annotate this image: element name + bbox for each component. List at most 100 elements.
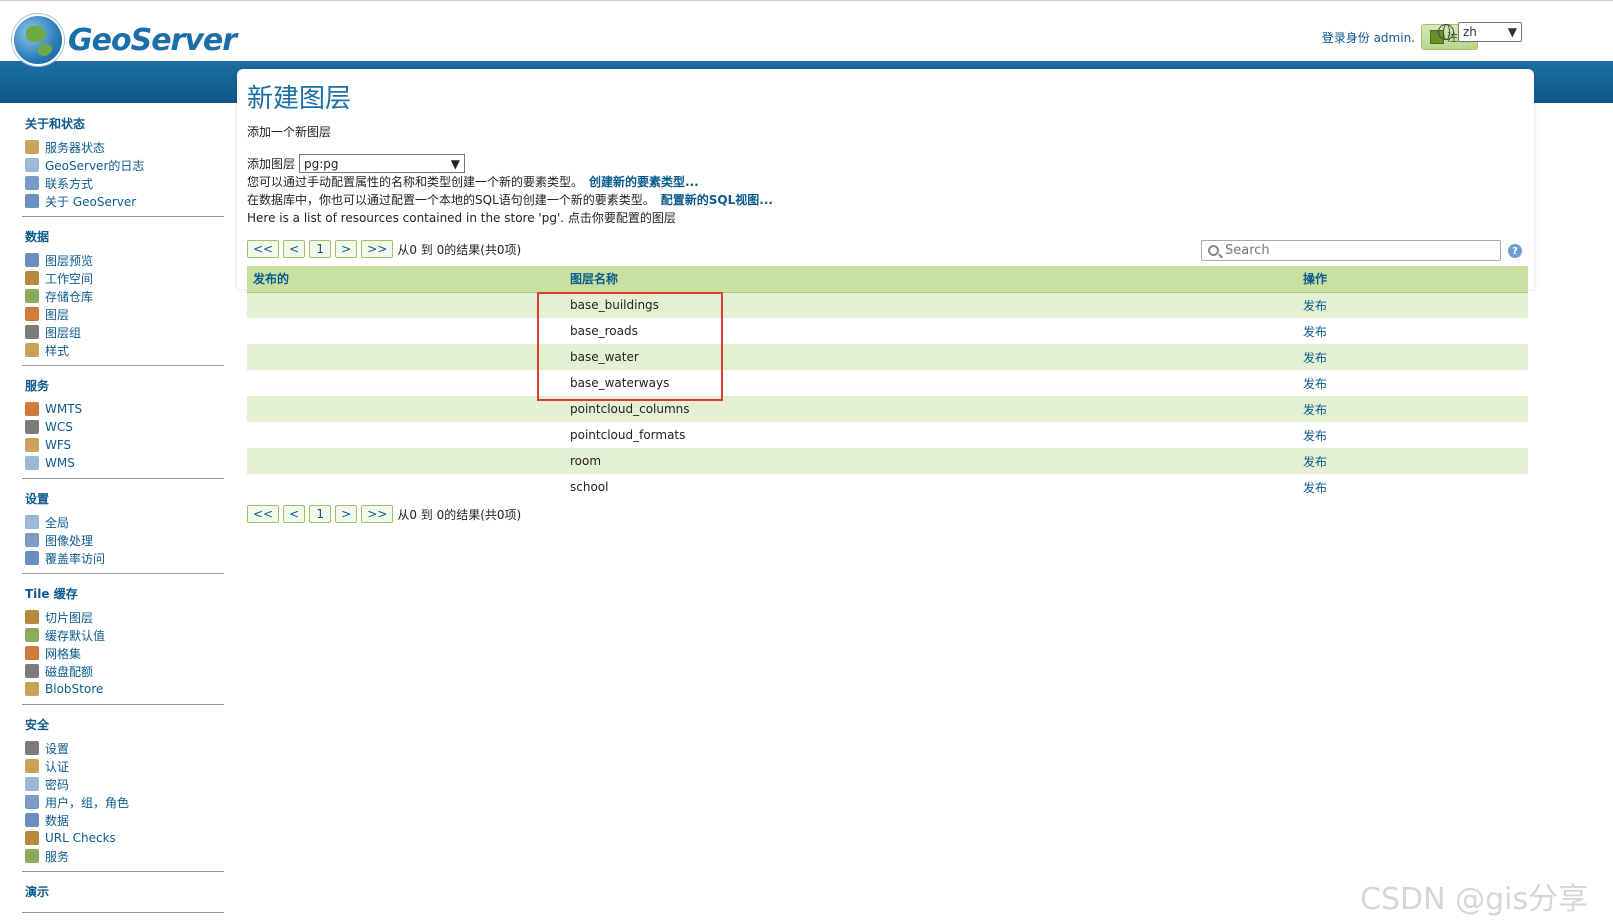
sidebar-item-label: URL Checks	[45, 831, 116, 845]
main-content: 新建图层 添加一个新图层 添加图层 pg:pg ▼ 您可以通过手动配置属性的名称…	[247, 76, 1528, 523]
column-header-published[interactable]: 发布的	[247, 266, 564, 293]
pager-first-button[interactable]: <<	[247, 240, 280, 258]
sidebar-item[interactable]: 图层预览	[22, 251, 224, 269]
pager-page-button[interactable]: 1	[309, 505, 332, 523]
sidebar-item[interactable]: 存储仓库	[22, 287, 224, 305]
login-label: 登录身份 admin.	[1321, 30, 1415, 45]
sidebar-item[interactable]: 用户，组，角色	[22, 793, 224, 811]
sidebar-item[interactable]: 样式	[22, 341, 224, 359]
security-settings-icon	[25, 741, 39, 755]
sidebar-item[interactable]: WCS	[22, 418, 224, 436]
sidebar-item[interactable]: 密码	[22, 775, 224, 793]
sidebar-item-label: 网格集	[45, 646, 82, 661]
table-row: base_water 发布	[247, 344, 1528, 370]
sidebar-item-label: 覆盖率访问	[45, 551, 106, 566]
sidebar-item[interactable]: 覆盖率访问	[22, 549, 224, 567]
global-icon	[25, 515, 39, 529]
sidebar-item-label: 工作空间	[45, 271, 94, 286]
publish-link[interactable]: 发布	[1303, 377, 1327, 391]
wfs-icon	[25, 438, 39, 452]
help-icon[interactable]: ?	[1508, 244, 1522, 258]
sidebar-item[interactable]: 网格集	[22, 644, 224, 662]
workspace-icon	[25, 271, 39, 285]
search-input[interactable]: Search	[1201, 240, 1501, 261]
sidebar-item[interactable]: 设置	[22, 739, 224, 757]
sidebar-item-label: 全局	[45, 515, 70, 530]
layer-preview-icon	[25, 253, 39, 267]
sidebar-item-label: 密码	[45, 777, 70, 792]
cache-defaults-icon	[25, 628, 39, 642]
pager-first-button[interactable]: <<	[247, 505, 280, 523]
publish-link[interactable]: 发布	[1303, 429, 1327, 443]
sidebar-item-label: 认证	[45, 759, 70, 774]
language-globe-icon	[1438, 24, 1454, 40]
sidebar-item[interactable]: 联系方式	[22, 174, 224, 192]
sidebar-item[interactable]: WFS	[22, 436, 224, 454]
sidebar-item[interactable]: 认证	[22, 757, 224, 775]
pager-prev-button[interactable]: <	[283, 505, 306, 523]
pager-prev-button[interactable]: <	[283, 240, 306, 258]
watermark: CSDN @gis分享者	[1360, 882, 1589, 917]
publish-link[interactable]: 发布	[1303, 351, 1327, 365]
published-cell	[247, 344, 564, 370]
sidebar-item[interactable]: WMS	[22, 454, 224, 472]
info-sql-view: 在数据库中，你也可以通过配置一个本地的SQL语句创建一个新的要素类型。 配置新的S…	[247, 191, 1527, 209]
info-feature-text: 您可以通过手动配置属性的名称和类型创建一个新的要素类型。	[247, 175, 584, 189]
action-cell: 发布	[1297, 448, 1528, 474]
gridset-icon	[25, 646, 39, 660]
sidebar-item[interactable]: 缓存默认值	[22, 626, 224, 644]
table-row: pointcloud_columns 发布	[247, 396, 1528, 422]
sidebar-item-label: 用户，组，角色	[45, 795, 130, 810]
publish-link[interactable]: 发布	[1303, 481, 1327, 495]
publish-link[interactable]: 发布	[1303, 455, 1327, 469]
pager-last-button[interactable]: >>	[361, 240, 394, 258]
sidebar-item[interactable]: 图像处理	[22, 531, 224, 549]
chevron-down-icon: ▼	[450, 156, 461, 171]
sidebar-item[interactable]: WMTS	[22, 400, 224, 418]
sidebar-group-title: Tile 缓存	[25, 587, 78, 601]
sidebar-item[interactable]: 切片图层	[22, 608, 224, 626]
sidebar-item-label: 磁盘配额	[45, 664, 94, 679]
sidebar-item[interactable]: BlobStore	[22, 680, 224, 698]
sidebar-item[interactable]: 全局	[22, 513, 224, 531]
sidebar-item-label: WMS	[45, 456, 75, 470]
sidebar-item[interactable]: 图层组	[22, 323, 224, 341]
sidebar-group-title: 设置	[25, 492, 50, 506]
sidebar-item[interactable]: GeoServer的日志	[22, 156, 224, 174]
geoserver-logo[interactable]: GeoServer	[12, 14, 237, 66]
sidebar-item[interactable]: 服务器状态	[22, 138, 224, 156]
server-status-icon	[25, 140, 39, 154]
search-icon	[1208, 245, 1219, 256]
sidebar-item[interactable]: 服务	[22, 847, 224, 865]
sidebar-item[interactable]: 关于 GeoServer	[22, 192, 224, 210]
info-store: Here is a list of resources contained in…	[247, 211, 676, 225]
sidebar-item[interactable]: 工作空间	[22, 269, 224, 287]
sidebar-group: 安全 设置 认证 密码 用户，组，角色 数据 URL Checks 服务	[22, 711, 224, 872]
column-header-layer-name[interactable]: 图层名称	[564, 266, 1297, 293]
store-icon	[25, 289, 39, 303]
sidebar-item[interactable]: URL Checks	[22, 829, 224, 847]
tile-layers-icon	[25, 610, 39, 624]
language-value: zh	[1463, 25, 1477, 39]
action-cell: 发布	[1297, 344, 1528, 370]
pager-next-button[interactable]: >	[335, 505, 358, 523]
sidebar-item[interactable]: 磁盘配额	[22, 662, 224, 680]
publish-link[interactable]: 发布	[1303, 325, 1327, 339]
pager-page-button[interactable]: 1	[309, 240, 332, 258]
publish-link[interactable]: 发布	[1303, 403, 1327, 417]
action-cell: 发布	[1297, 422, 1528, 448]
store-select[interactable]: pg:pg ▼	[299, 154, 466, 173]
pager-last-button[interactable]: >>	[361, 505, 394, 523]
sidebar-item[interactable]: 图层	[22, 305, 224, 323]
publish-link[interactable]: 发布	[1303, 299, 1327, 313]
pager-next-button[interactable]: >	[335, 240, 358, 258]
sidebar-group-title[interactable]: 演示	[25, 883, 224, 900]
table-row: base_buildings 发布	[247, 292, 1528, 318]
disk-quota-icon	[25, 664, 39, 678]
create-feature-type-link[interactable]: 创建新的要素类型...	[589, 175, 699, 189]
language-select[interactable]: zh ▼	[1458, 22, 1522, 42]
sidebar-group-title: 数据	[25, 230, 50, 244]
sidebar-item[interactable]: 数据	[22, 811, 224, 829]
sidebar-item-label: 缓存默认值	[45, 628, 106, 643]
configure-sql-view-link[interactable]: 配置新的SQL视图...	[661, 193, 773, 207]
